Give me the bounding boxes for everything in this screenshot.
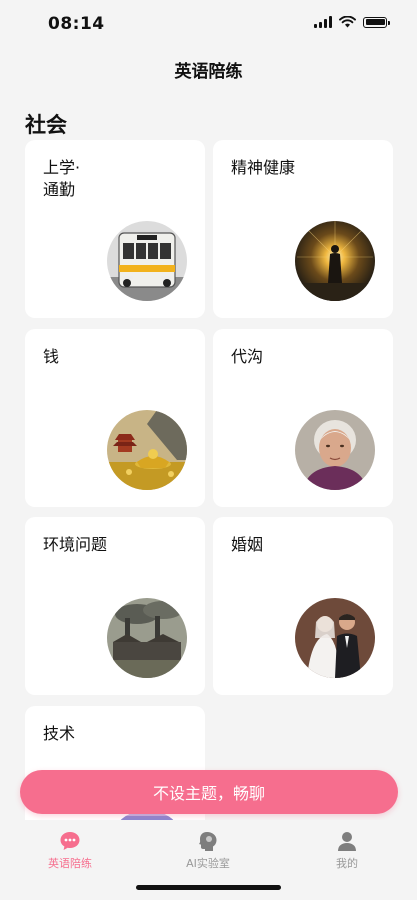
tab-label: 我的: [336, 857, 358, 870]
cellular-signal-icon: [314, 16, 332, 28]
tab-label: 英语陪练: [48, 857, 92, 870]
status-time: 08:14: [48, 14, 105, 34]
tab-label: AI实验室: [186, 857, 230, 870]
tab-ai-lab[interactable]: AI实验室: [148, 830, 268, 871]
battery-icon: [363, 16, 390, 28]
profile-icon: [338, 832, 356, 851]
wedding-couple-image: [295, 598, 375, 678]
topic-label: 环境问题: [43, 535, 108, 554]
free-chat-button[interactable]: 不设主题，畅聊: [20, 770, 398, 814]
gold-treasure-image: [107, 410, 187, 490]
home-indicator: [136, 885, 281, 890]
head-brain-icon: [199, 832, 217, 851]
factory-pollution-image: [107, 598, 187, 678]
topic-card-mental-health[interactable]: 精神健康: [213, 140, 393, 318]
topic-label: 精神健康: [231, 158, 296, 177]
silhouette-light-image: [295, 221, 375, 301]
topic-label: 上学· 通勤: [43, 158, 81, 199]
topic-card-marriage[interactable]: 婚姻: [213, 517, 393, 695]
tab-english-practice[interactable]: 英语陪练: [10, 830, 130, 871]
wifi-icon: [339, 16, 356, 28]
status-icons: [314, 16, 390, 28]
page-title: 英语陪练: [174, 62, 243, 82]
topic-label: 代沟: [231, 347, 264, 366]
topic-card-money[interactable]: 钱: [25, 329, 205, 507]
topic-label: 婚姻: [231, 535, 264, 554]
elderly-woman-image: [295, 410, 375, 490]
tab-profile[interactable]: 我的: [287, 830, 407, 871]
topic-card-generation-gap[interactable]: 代沟: [213, 329, 393, 507]
status-bar: 08:14: [0, 0, 417, 48]
topic-card-commute[interactable]: 上学· 通勤: [25, 140, 205, 318]
section-title: 社会: [25, 113, 67, 137]
topic-label: 技术: [43, 724, 76, 743]
chat-bubble-icon: [60, 832, 80, 850]
topic-card-environment[interactable]: 环境问题: [25, 517, 205, 695]
topic-label: 钱: [43, 347, 60, 366]
bus-image: [107, 221, 187, 301]
